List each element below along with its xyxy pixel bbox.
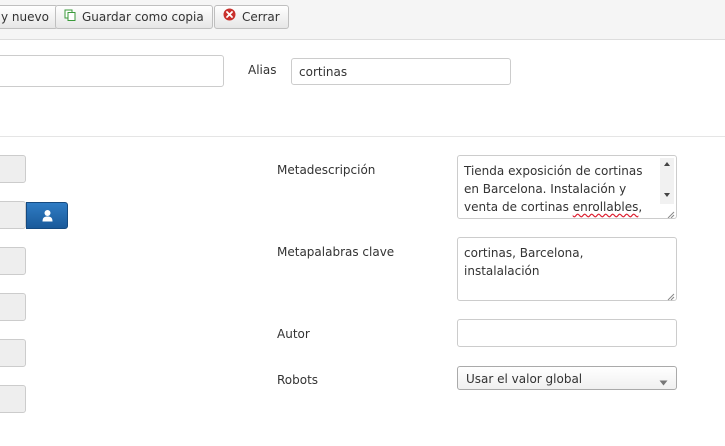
save-and-new-button[interactable]: y nuevo — [0, 5, 58, 29]
close-label: Cerrar — [242, 10, 280, 24]
title-input[interactable] — [0, 55, 224, 87]
user-icon — [41, 209, 54, 225]
alias-input[interactable]: cortinas — [291, 58, 511, 85]
resize-grip-icon[interactable] — [666, 290, 675, 301]
metadesc-scrollbar[interactable] — [660, 158, 674, 204]
metadesc-label: Metadescripción — [277, 163, 376, 177]
alias-label: Alias — [248, 63, 277, 77]
created-by-alias-field[interactable] — [0, 247, 26, 275]
save-as-copy-button[interactable]: Guardar como copia — [55, 5, 213, 29]
author-input[interactable] — [457, 319, 677, 347]
close-circle-icon — [223, 6, 236, 28]
author-label: Autor — [277, 327, 310, 341]
created-by-field[interactable] — [0, 201, 26, 229]
save-and-new-label: y nuevo — [1, 10, 49, 24]
toolbar: y nuevo Guardar como copia Cerrar — [0, 0, 725, 40]
robots-label: Robots — [277, 373, 319, 387]
metakeys-textarea[interactable]: cortinas, Barcelona, instalalación — [457, 237, 677, 301]
resize-grip-icon[interactable] — [666, 208, 675, 218]
misspelled-word: enrollables — [572, 200, 639, 214]
robots-select[interactable]: Usar el valor global — [457, 366, 677, 390]
metadesc-text: Tienda exposición de cortinas en Barcelo… — [464, 164, 643, 214]
robots-selected-value: Usar el valor global — [466, 372, 583, 386]
close-button[interactable]: Cerrar — [214, 5, 289, 29]
created-date-field[interactable] — [0, 155, 26, 183]
save-as-copy-label: Guardar como copia — [82, 10, 204, 24]
modified-date-field[interactable] — [0, 293, 26, 321]
metadesc-textarea[interactable]: Tienda exposición de cortinas en Barcelo… — [457, 155, 677, 219]
section-divider — [0, 136, 725, 137]
modified-by-field[interactable] — [0, 339, 26, 367]
metakeys-label: Metapalabras clave — [277, 245, 395, 259]
metakeys-text: cortinas, Barcelona, instalalación — [464, 246, 584, 278]
chevron-down-icon — [659, 375, 668, 389]
revision-field[interactable] — [0, 385, 26, 413]
select-user-button[interactable] — [26, 202, 68, 229]
copy-icon — [64, 6, 76, 28]
alias-value: cortinas — [299, 65, 348, 79]
